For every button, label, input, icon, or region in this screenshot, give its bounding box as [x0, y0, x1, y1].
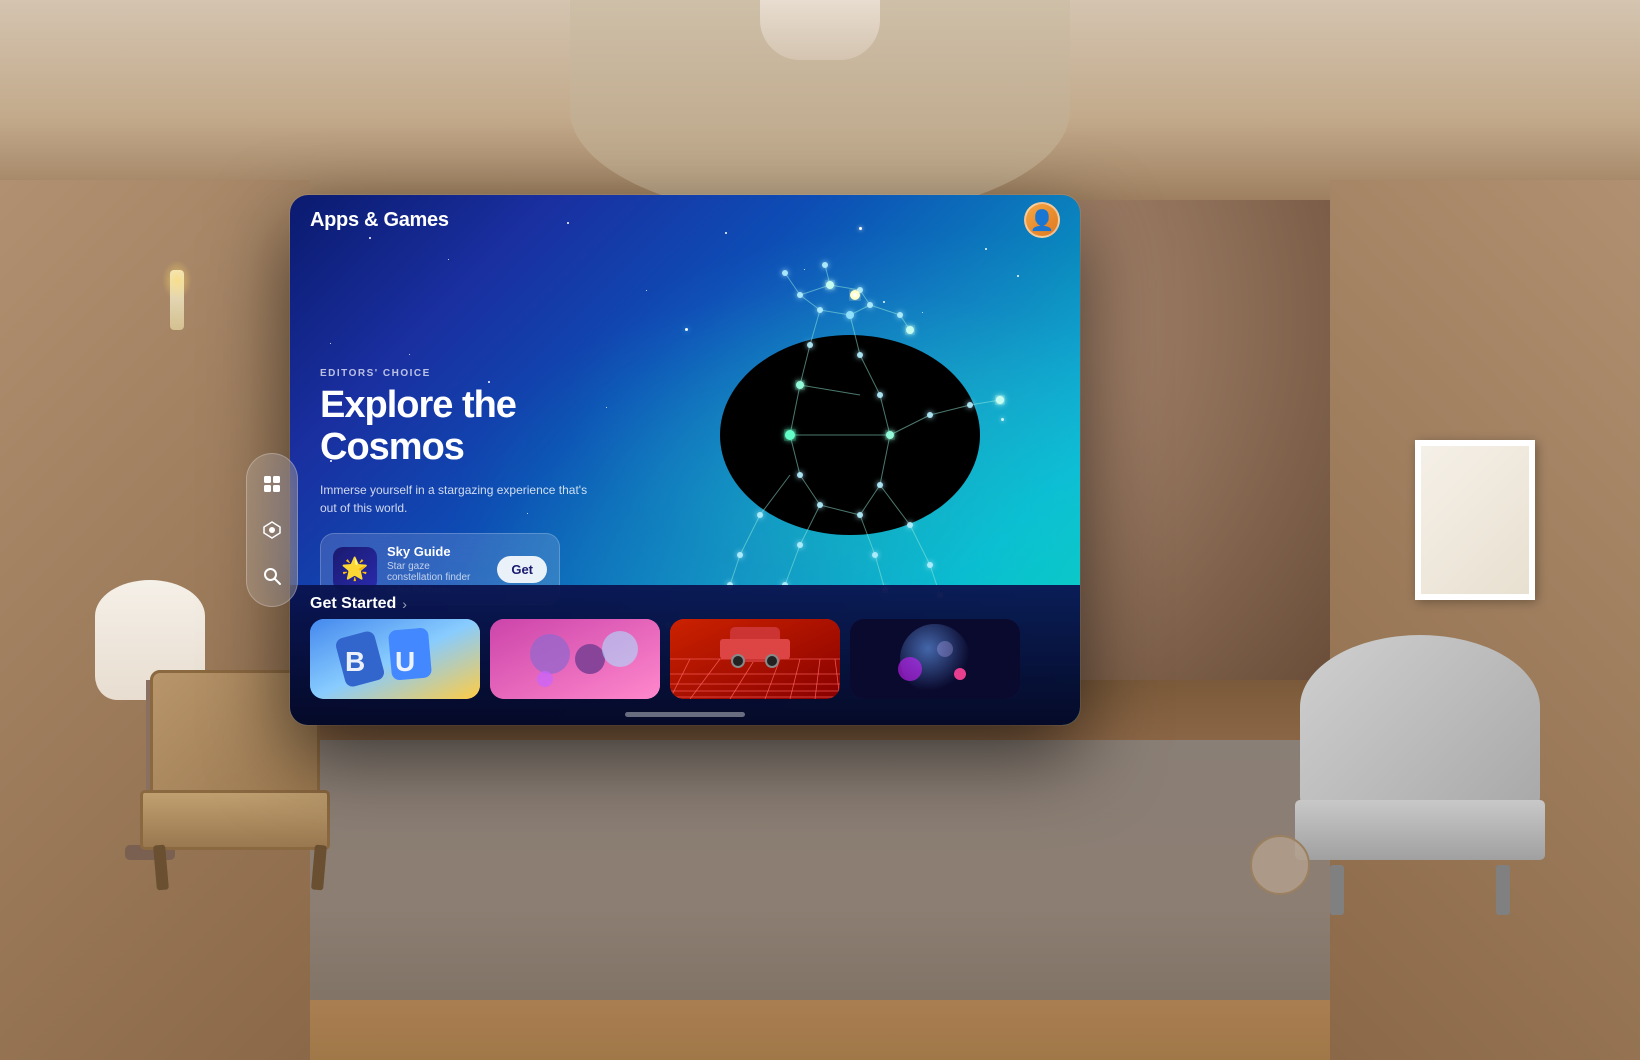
app-window: Apps & Games 👤 EDITORS' CHOICE Explore t…: [290, 195, 1080, 725]
sidebar-item-arcade[interactable]: [252, 510, 292, 550]
sidebar-item-apps[interactable]: [252, 464, 292, 504]
svg-text:U: U: [395, 646, 415, 677]
hero-content: EDITORS' CHOICE Explore the Cosmos Immer…: [320, 368, 600, 605]
hero-title-line1: Explore the: [320, 384, 516, 426]
get-button[interactable]: Get: [497, 556, 547, 583]
hero-section: Apps & Games 👤 EDITORS' CHOICE Explore t…: [290, 195, 1080, 725]
editors-choice-badge: EDITORS' CHOICE: [320, 368, 600, 379]
avatar-image: 👤: [1030, 208, 1055, 233]
chair-right: [1290, 635, 1550, 915]
app-header: Apps & Games 👤: [290, 195, 1080, 245]
constellation-bear: [600, 215, 1050, 635]
bottom-card-3[interactable]: [670, 619, 840, 699]
bottom-section: Get Started ›: [290, 585, 1080, 725]
bottom-card-2[interactable]: [490, 619, 660, 699]
card-2-art: [490, 619, 660, 699]
arcade-icon: [262, 520, 282, 540]
ceiling: [0, 0, 1640, 200]
svg-text:B: B: [345, 646, 365, 677]
chair-seat-right: [1295, 800, 1545, 860]
bottom-card-4[interactable]: [850, 619, 1020, 699]
sidebar: [246, 453, 298, 607]
wall-sconce: [168, 270, 186, 350]
chair-leg-r1: [1330, 865, 1344, 915]
chair-back-right: [1300, 635, 1540, 815]
chair-leg-r2: [1496, 865, 1510, 915]
hero-subtitle: Immerse yourself in a stargazing experie…: [320, 481, 600, 517]
app-title: Apps & Games: [310, 209, 449, 232]
card-4-art: [850, 619, 1020, 699]
hero-title-line2: Cosmos: [320, 426, 464, 468]
chair-leg-left: [153, 845, 169, 891]
bottom-cards-row: B U: [290, 619, 1080, 699]
window-handle-bar[interactable]: [625, 712, 745, 717]
chair-leg-right: [311, 845, 327, 891]
app-name: Sky Guide: [387, 544, 487, 559]
app-description: Star gaze constellation finder: [387, 561, 487, 583]
chair-seat: [140, 790, 330, 850]
get-started-arrow: ›: [402, 596, 407, 612]
get-started-label: Get Started: [310, 595, 396, 613]
sconce-glow: [162, 260, 192, 300]
side-table: [1250, 835, 1310, 895]
bottom-card-1[interactable]: B U: [310, 619, 480, 699]
get-started-header: Get Started ›: [290, 585, 1080, 619]
card-3-art: [670, 619, 840, 699]
right-wall: [1330, 180, 1640, 1060]
avatar[interactable]: 👤: [1024, 202, 1060, 238]
card-1-art: B U: [310, 619, 480, 699]
apps-icon: [262, 474, 282, 494]
hero-title: Explore the Cosmos: [320, 385, 600, 469]
ceiling-light: [760, 0, 880, 60]
wall-art: [1415, 440, 1535, 600]
search-icon: [262, 566, 282, 586]
sidebar-item-search[interactable]: [252, 556, 292, 596]
